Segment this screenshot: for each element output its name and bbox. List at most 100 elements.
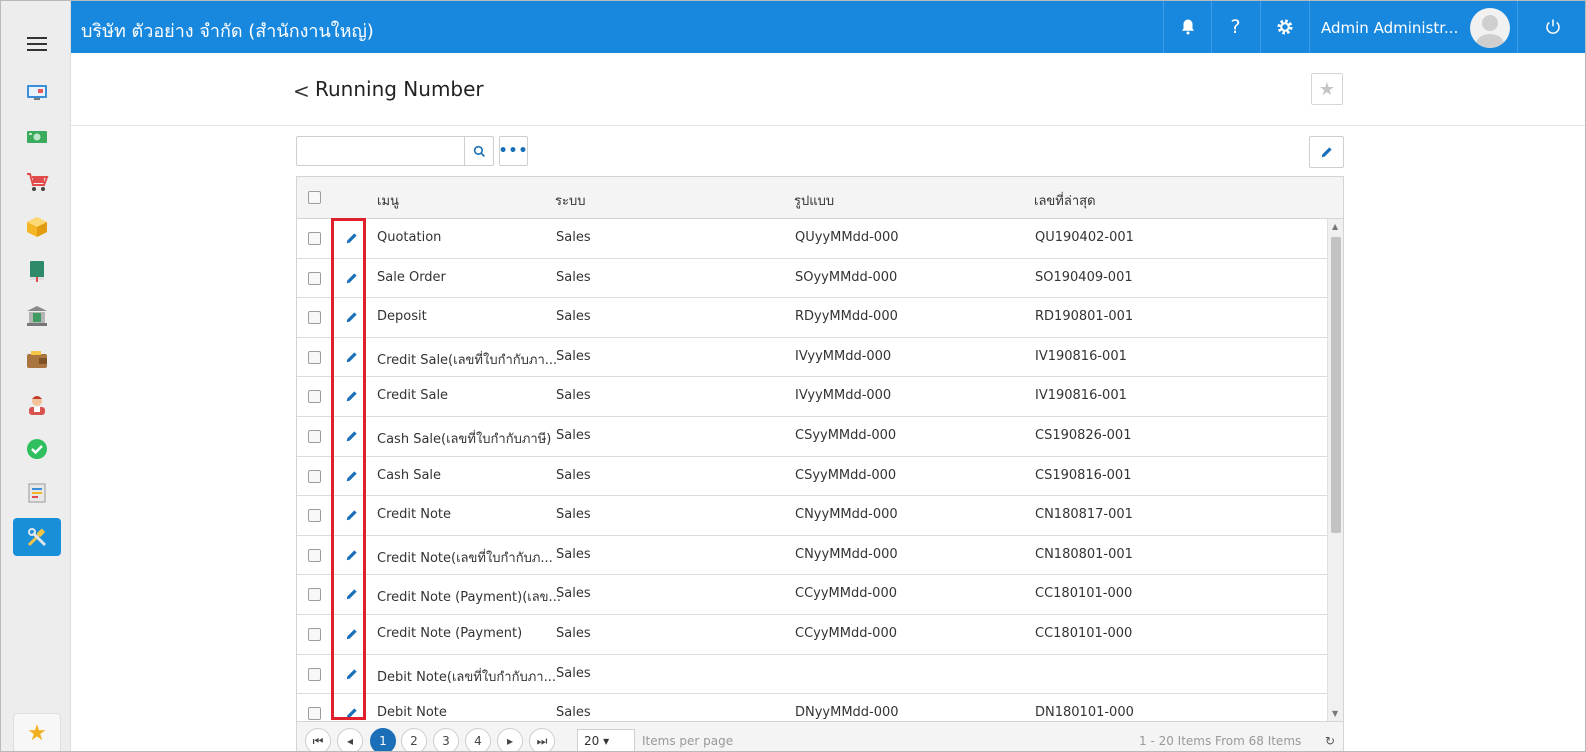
- items-per-page-label: Items per page: [642, 734, 734, 748]
- notification-bell-icon[interactable]: [1163, 1, 1211, 53]
- table-row[interactable]: Deposit Sales RDyyMMdd-000 RD190801-001: [297, 298, 1327, 338]
- row-checkbox[interactable]: [308, 667, 321, 681]
- hamburger-menu-icon[interactable]: [27, 37, 47, 53]
- table-row[interactable]: Credit Note (Payment)(เลข... Sales CCyyM…: [297, 575, 1327, 615]
- cell-menu: Deposit: [377, 309, 427, 325]
- cell-format: QUyyMMdd-000: [795, 230, 899, 245]
- cell-system: Sales: [556, 467, 591, 483]
- money-icon[interactable]: [13, 118, 61, 156]
- favorites-star-icon[interactable]: ★: [13, 713, 61, 751]
- next-page-icon[interactable]: ▸: [497, 728, 523, 751]
- employee-icon[interactable]: [13, 386, 61, 424]
- page-size-select[interactable]: 20 ▾: [577, 729, 635, 751]
- page-4-button[interactable]: 4: [465, 728, 491, 751]
- cell-system: Sales: [556, 230, 591, 245]
- cell-system: Sales: [556, 309, 591, 325]
- row-checkbox[interactable]: [308, 429, 321, 443]
- table-row[interactable]: Cash Sale Sales CSyyMMdd-000 CS190816-00…: [297, 457, 1327, 497]
- search-input[interactable]: [297, 137, 465, 165]
- company-name[interactable]: บริษัท ตัวอย่าง จำกัด (สำนักงานใหญ่): [81, 16, 374, 45]
- row-checkbox[interactable]: [308, 588, 321, 602]
- cell-menu: Cash Sale: [377, 467, 442, 483]
- bank-icon[interactable]: [13, 297, 61, 335]
- table-row[interactable]: Sale Order Sales SOyyMMdd-000 SO190409-0…: [297, 259, 1327, 299]
- cell-system: Sales: [556, 546, 591, 562]
- grid-header: เมนู ระบบ รูปแบบ เลขที่ล่าสุด: [297, 177, 1343, 219]
- edit-pencil-button[interactable]: [1309, 136, 1344, 168]
- top-bar: บริษัท ตัวอย่าง จำกัด (สำนักงานใหญ่) ? A…: [71, 1, 1585, 53]
- row-checkbox[interactable]: [308, 390, 321, 404]
- column-header-latest[interactable]: เลขที่ล่าสุด: [1034, 190, 1096, 211]
- page-3-button[interactable]: 3: [433, 728, 459, 751]
- cart-icon[interactable]: [13, 163, 61, 201]
- book-icon[interactable]: [13, 252, 61, 290]
- cell-menu: Debit Note: [377, 705, 447, 721]
- table-row[interactable]: Credit Note Sales CNyyMMdd-000 CN180817-…: [297, 496, 1327, 536]
- back-chevron-icon[interactable]: <: [293, 79, 310, 103]
- first-page-icon[interactable]: ⏮: [305, 728, 331, 751]
- cell-format: CNyyMMdd-000: [795, 507, 898, 523]
- cell-format: IVyyMMdd-000: [795, 348, 892, 364]
- dashboard-icon[interactable]: [13, 73, 61, 111]
- table-row[interactable]: Credit Sale Sales IVyyMMdd-000 IV190816-…: [297, 377, 1327, 417]
- column-header-system[interactable]: ระบบ: [555, 190, 585, 211]
- last-page-icon[interactable]: ⏭: [529, 728, 555, 751]
- page-1-button[interactable]: 1: [370, 728, 396, 751]
- page-title: Running Number: [315, 77, 484, 101]
- page-2-button[interactable]: 2: [401, 728, 427, 751]
- help-icon[interactable]: ?: [1211, 1, 1259, 53]
- row-checkbox[interactable]: [308, 350, 321, 364]
- vertical-scrollbar[interactable]: ▲ ▼: [1327, 219, 1343, 721]
- cell-menu: Credit Note (Payment)(เลข...: [377, 590, 561, 606]
- row-checkbox[interactable]: [308, 707, 321, 721]
- row-checkbox[interactable]: [308, 311, 321, 325]
- row-checkbox[interactable]: [308, 469, 321, 483]
- select-all-checkbox[interactable]: [308, 191, 321, 204]
- cell-system: Sales: [556, 348, 591, 364]
- pager: ⏮ ◂ 1 2 3 4 ▸ ⏭ 20 ▾ Items per page 1 - …: [297, 721, 1343, 751]
- row-checkbox[interactable]: [308, 232, 321, 245]
- column-header-menu[interactable]: เมนู: [377, 190, 399, 211]
- row-checkbox[interactable]: [308, 509, 321, 523]
- approve-check-icon[interactable]: [13, 430, 61, 468]
- search-icon[interactable]: [464, 137, 493, 165]
- table-row[interactable]: Credit Note (Payment) Sales CCyyMMdd-000…: [297, 615, 1327, 655]
- table-row[interactable]: Quotation Sales QUyyMMdd-000 QU190402-00…: [297, 219, 1327, 259]
- search-box: [296, 136, 494, 166]
- cell-format: DNyyMMdd-000: [795, 705, 899, 721]
- cell-format: SOyyMMdd-000: [795, 269, 898, 285]
- settings-tools-icon[interactable]: [13, 518, 61, 556]
- wallet-icon[interactable]: [13, 341, 61, 379]
- cell-format: RDyyMMdd-000: [795, 309, 898, 325]
- cell-latest: IV190816-001: [1035, 348, 1127, 364]
- power-icon[interactable]: [1517, 1, 1585, 53]
- cell-system: Sales: [556, 427, 591, 443]
- table-row[interactable]: Credit Note(เลขที่ใบกำกับภ... Sales CNyy…: [297, 536, 1327, 576]
- report-icon[interactable]: [13, 474, 61, 512]
- cell-system: Sales: [556, 625, 591, 641]
- cell-system: Sales: [556, 269, 591, 285]
- row-checkbox[interactable]: [308, 548, 321, 562]
- gear-icon[interactable]: [1260, 1, 1308, 53]
- scrollbar-thumb[interactable]: [1331, 237, 1341, 533]
- column-header-format[interactable]: รูปแบบ: [794, 190, 834, 211]
- table-row[interactable]: Credit Sale(เลขที่ใบกำกับภา... Sales IVy…: [297, 338, 1327, 378]
- table-row[interactable]: Debit Note(เลขที่ใบกำกับภา... Sales: [297, 655, 1327, 695]
- box-icon[interactable]: [13, 208, 61, 246]
- prev-page-icon[interactable]: ◂: [337, 728, 363, 751]
- cell-format: CCyyMMdd-000: [795, 586, 897, 602]
- cell-menu: Sale Order: [377, 269, 446, 285]
- favorite-star-button[interactable]: ★: [1311, 73, 1343, 105]
- user-name[interactable]: Admin Administr...: [1321, 19, 1458, 37]
- scroll-up-icon[interactable]: ▲: [1332, 222, 1338, 231]
- refresh-icon[interactable]: ↻: [1325, 734, 1335, 748]
- avatar[interactable]: [1470, 8, 1510, 48]
- cell-menu: Credit Note (Payment): [377, 625, 523, 641]
- more-options-button[interactable]: •••: [499, 136, 528, 166]
- scroll-down-icon[interactable]: ▼: [1332, 709, 1338, 718]
- row-checkbox[interactable]: [308, 271, 321, 285]
- cell-menu: Credit Sale: [377, 388, 449, 404]
- row-checkbox[interactable]: [308, 627, 321, 641]
- table-row[interactable]: Cash Sale(เลขที่ใบกำกับภาษี) Sales CSyyM…: [297, 417, 1327, 457]
- user-menu[interactable]: Admin Administr...: [1309, 1, 1525, 53]
